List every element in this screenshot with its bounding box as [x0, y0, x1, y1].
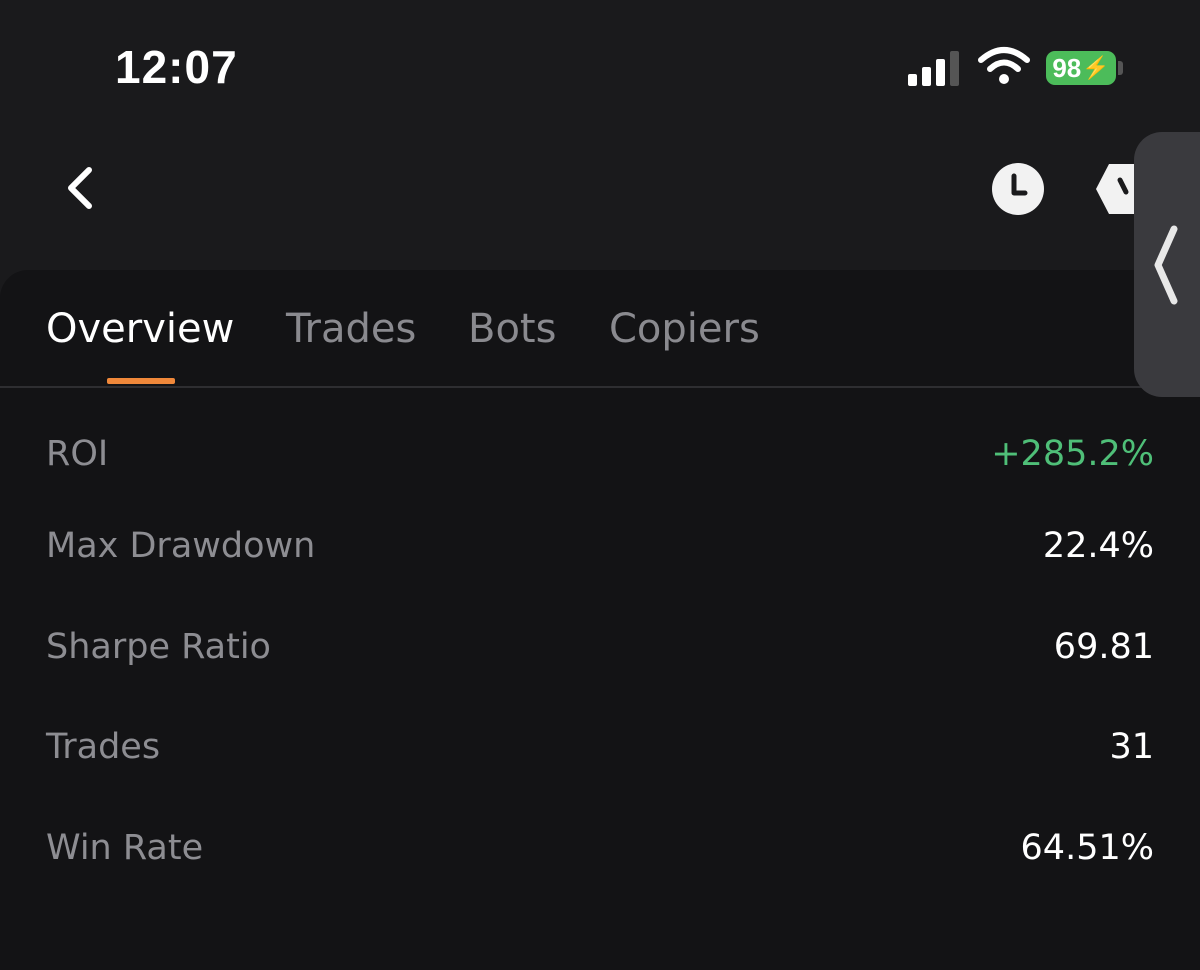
- status-bar: 12:07 98 ⚡: [0, 0, 1200, 130]
- stat-label: Win Rate: [46, 828, 204, 868]
- stat-label: Trades: [46, 727, 161, 767]
- stat-value: 64.51%: [1020, 828, 1154, 868]
- stat-label: Max Drawdown: [46, 526, 316, 566]
- tab-overview[interactable]: Overview: [46, 306, 234, 352]
- stat-row-max-drawdown: Max Drawdown 22.4%: [0, 526, 1200, 586]
- content-sheet: Overview Trades Bots Copiers ROI +285.2%…: [0, 270, 1200, 970]
- stat-value: +285.2%: [991, 434, 1154, 474]
- tab-bar: Overview Trades Bots Copiers: [0, 270, 1200, 388]
- tab-trades[interactable]: Trades: [286, 306, 416, 352]
- battery-cap: [1118, 61, 1123, 75]
- status-time: 12:07: [115, 41, 238, 93]
- cellular-signal-icon: [908, 51, 959, 86]
- back-button[interactable]: [52, 160, 108, 216]
- battery-indicator: 98 ⚡: [1046, 51, 1116, 85]
- chevron-left-icon: [68, 167, 92, 209]
- stat-row-win-rate: Win Rate 64.51%: [0, 828, 1200, 888]
- stat-value: 22.4%: [1042, 526, 1154, 566]
- battery-percent: 98: [1052, 52, 1082, 83]
- wifi-icon: [978, 47, 1030, 84]
- tab-copiers[interactable]: Copiers: [609, 306, 760, 352]
- stat-row-trades: Trades 31: [0, 727, 1200, 787]
- clock-icon[interactable]: [990, 161, 1046, 217]
- chevron-left-icon: [1154, 225, 1178, 305]
- stat-value: 69.81: [1053, 627, 1154, 667]
- active-tab-indicator: [107, 378, 175, 384]
- stat-label: Sharpe Ratio: [46, 627, 271, 667]
- tab-bots[interactable]: Bots: [468, 306, 556, 352]
- stat-value: 31: [1109, 727, 1154, 767]
- stat-row-sharpe-ratio: Sharpe Ratio 69.81: [0, 627, 1200, 687]
- stat-row-roi: ROI +285.2%: [0, 434, 1200, 494]
- stat-label: ROI: [46, 434, 109, 474]
- charging-bolt-icon: ⚡: [1082, 55, 1110, 80]
